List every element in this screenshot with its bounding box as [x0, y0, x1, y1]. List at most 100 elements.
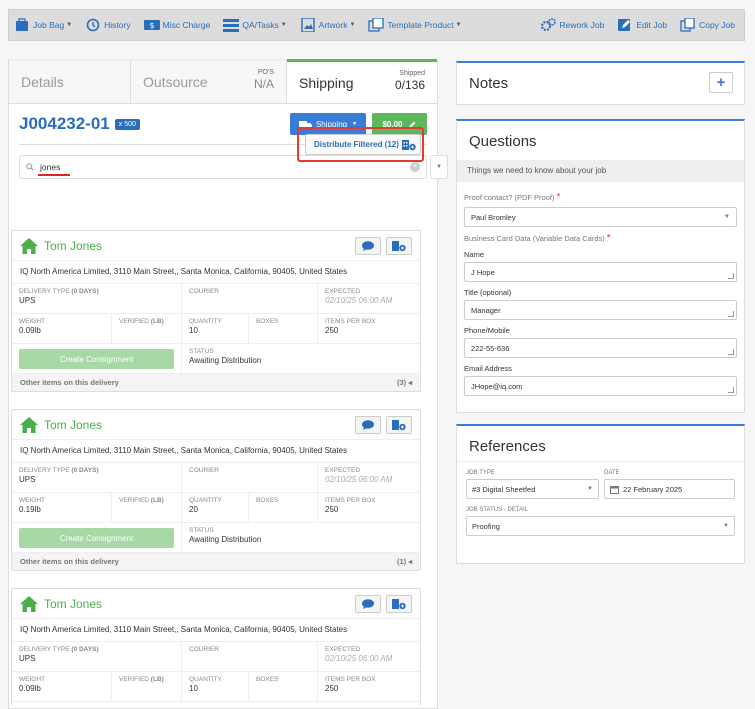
delivery-type-value: UPS: [19, 654, 36, 663]
delivery-days-label: (0 DAYS): [71, 646, 99, 653]
clear-search-icon[interactable]: ×: [410, 162, 420, 172]
edit-job-label: Edit Job: [636, 20, 668, 30]
home-icon: [20, 237, 38, 254]
misc-charge-icon: $: [143, 20, 160, 30]
email-label: Email Address: [464, 364, 512, 373]
chevron-left-icon: ◂: [408, 557, 412, 566]
expected-value: 02/10/25 06:00 AM: [325, 654, 393, 663]
date-field[interactable]: 22 February 2025: [604, 479, 735, 499]
distribute-button[interactable]: [386, 415, 412, 434]
shipped-value: 0/136: [394, 78, 425, 92]
comment-button[interactable]: [355, 236, 381, 255]
quantity-label: QUANTITY: [189, 318, 222, 325]
chevron-down-icon: ▼: [349, 22, 356, 28]
artwork-icon: [300, 18, 315, 32]
chevron-down-icon: ▼: [587, 486, 593, 492]
items-per-box-value: 250: [325, 326, 339, 335]
items-per-box-label: ITEMS PER BOX: [325, 497, 376, 504]
comment-icon: [362, 419, 374, 430]
tasks-icon: [223, 19, 240, 32]
other-items-toggle[interactable]: Other items on this delivery (3) ◂: [12, 374, 420, 391]
delivery-type-value: UPS: [19, 475, 36, 484]
create-consignment-button[interactable]: Create Consignment: [19, 349, 174, 369]
weight-label: WEIGHT: [19, 318, 45, 325]
expected-label: EXPECTED: [325, 646, 361, 653]
questions-title: Questions: [469, 133, 537, 150]
tab-outsource[interactable]: Outsource PO'S N/A: [131, 59, 287, 103]
weight-label: WEIGHT: [19, 497, 45, 504]
search-value: jones: [37, 162, 71, 176]
add-note-button[interactable]: +: [709, 72, 733, 93]
create-consignment-button[interactable]: Create Consignment: [19, 528, 174, 548]
required-icon: *: [556, 192, 561, 203]
pos-label: PO'S: [257, 69, 274, 76]
verified-unit: (LB): [150, 676, 164, 683]
distribute-icon: [392, 419, 406, 430]
template-icon: [368, 18, 385, 32]
template-product-menu[interactable]: Template Product ▼: [368, 18, 462, 32]
recipient-name: Tom Jones: [44, 238, 103, 253]
history-label: History: [104, 20, 131, 30]
rework-job-button[interactable]: Rework Job: [540, 18, 604, 32]
distribute-button[interactable]: [386, 236, 412, 255]
verified-unit: (LB): [150, 318, 164, 325]
comment-button[interactable]: [355, 594, 381, 613]
title-field[interactable]: Manager: [464, 300, 737, 320]
tab-details[interactable]: Details: [9, 59, 131, 103]
svg-text:$: $: [149, 21, 154, 30]
quantity-value: 10: [189, 326, 198, 335]
distribute-filtered-button[interactable]: Distribute Filtered (12): [305, 134, 421, 155]
chevron-down-icon: ▼: [280, 22, 287, 28]
job-status-select[interactable]: Proofing ▼: [466, 516, 735, 536]
comment-button[interactable]: [355, 415, 381, 434]
other-items-label: Other items on this delivery: [20, 557, 119, 566]
status-label: STATUS: [189, 527, 214, 534]
name-field[interactable]: J Hope: [464, 262, 737, 282]
boxes-label: BOXES: [256, 676, 279, 683]
distribute-icon: [402, 139, 416, 150]
verified-label: VERIFIED: [119, 318, 149, 325]
edit-job-button[interactable]: Edit Job: [617, 18, 667, 32]
chevron-down-icon: ▼: [455, 22, 462, 28]
email-field[interactable]: JHope@iq.com: [464, 376, 737, 396]
delivery-card: Tom Jones IQ North America Limited, 3110…: [11, 588, 421, 706]
job-bag-menu[interactable]: Job Bag ▼: [14, 18, 72, 32]
other-items-toggle[interactable]: Other items on this delivery (1) ◂: [12, 553, 420, 570]
proof-contact-label-row: Proof contact? (PDF Proof) *: [464, 192, 737, 203]
chevron-down-icon: ▼: [724, 214, 730, 220]
delivery-card: Tom Jones IQ North America Limited, 3110…: [11, 230, 421, 392]
delivery-card: Tom Jones IQ North America Limited, 3110…: [11, 409, 421, 571]
misc-charge-button[interactable]: $ Misc Charge: [143, 18, 210, 32]
template-product-label: Template Product: [387, 20, 454, 30]
history-button[interactable]: History: [85, 18, 131, 32]
search-options-dropdown[interactable]: ▼: [430, 155, 448, 179]
delivery-days-label: (0 DAYS): [71, 288, 99, 295]
copy-job-button[interactable]: Copy Job: [680, 18, 735, 32]
job-bag-icon: [16, 18, 28, 31]
recipient-name: Tom Jones: [44, 596, 103, 611]
tab-shipping[interactable]: Shipping Shipped 0/136: [287, 59, 437, 103]
job-type-select[interactable]: #3 Digital Sheetfed ▼: [466, 479, 599, 499]
job-type-value: #3 Digital Sheetfed: [472, 484, 536, 494]
weight-value: 0.19lb: [19, 505, 41, 514]
history-icon: [86, 18, 100, 32]
delivery-address: IQ North America Limited, 3110 Main Stre…: [12, 619, 420, 642]
title-label: Title (optional): [464, 288, 512, 297]
tab-shipping-label: Shipping: [299, 74, 354, 91]
artwork-menu[interactable]: Artwork ▼: [300, 18, 356, 32]
references-panel: References JOB TYPE #3 Digital Sheetfed ▼…: [456, 424, 745, 564]
weight-value: 0.09lb: [19, 684, 41, 693]
qa-tasks-label: QA/Tasks: [242, 20, 279, 30]
delivery-days-label: (0 DAYS): [71, 467, 99, 474]
chevron-down-icon: ▼: [66, 22, 73, 28]
distribute-button[interactable]: [386, 594, 412, 613]
delivery-card-header: Tom Jones: [12, 231, 420, 261]
qa-tasks-menu[interactable]: QA/Tasks ▼: [223, 18, 287, 32]
items-per-box-value: 250: [325, 505, 339, 514]
tab-outsource-label: Outsource: [143, 74, 208, 90]
proof-contact-select[interactable]: Paul Bromley ▼: [464, 207, 737, 227]
courier-label: COURIER: [189, 288, 219, 295]
phone-field[interactable]: 222-55-636: [464, 338, 737, 358]
required-icon: *: [606, 233, 611, 244]
copy-job-label: Copy Job: [699, 20, 735, 30]
